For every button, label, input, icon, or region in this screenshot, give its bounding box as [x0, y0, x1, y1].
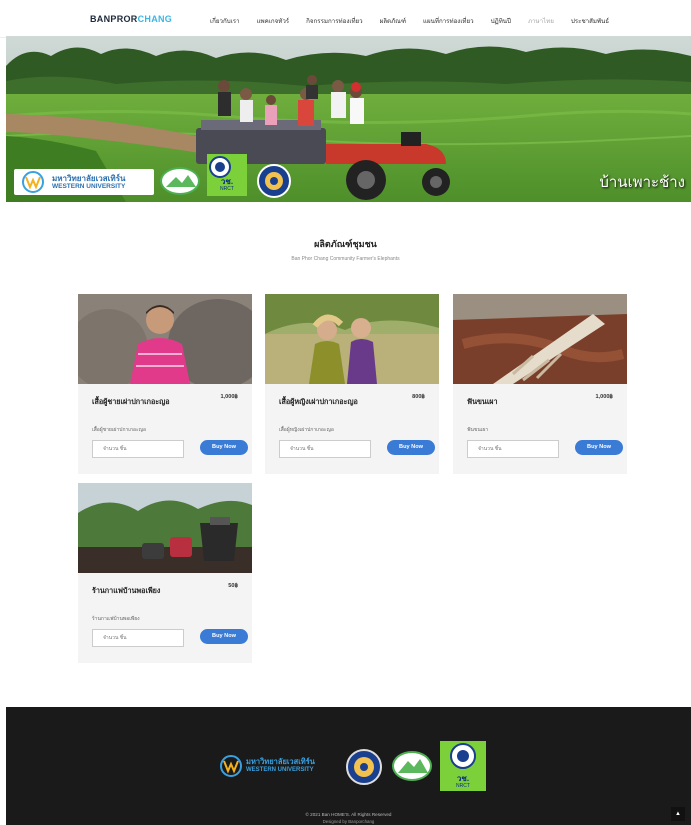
nrct-emblem-icon	[209, 156, 231, 178]
product-image	[453, 294, 627, 384]
university-w-icon	[220, 755, 242, 777]
section-title: ผลิตภัณฑ์ชุมชน	[314, 239, 377, 249]
nav-item-calendar[interactable]: ปฏิทินปี	[491, 16, 511, 26]
footer-nrct-en: NRCT	[456, 783, 470, 789]
product-card: เสื้อผู้ชายเผ่าปกาเกอะญอ 1,000฿ เสื้อผู้…	[78, 294, 252, 474]
product-price: 50฿	[228, 583, 238, 589]
product-card: ร้านกาแฟบ้านพอเพียง 50฿ ร้านกาแฟบ้านพอเพ…	[78, 483, 252, 663]
nav-item-activities[interactable]: กิจกรรมการท่องเที่ยว	[306, 16, 363, 26]
nrct-emblem-icon	[450, 743, 476, 769]
mountain-icon	[166, 175, 196, 187]
section-subtitle: Ban Phor Chang Community Farmer's Elepha…	[291, 256, 400, 262]
brand-logo[interactable]: BANPRORCHANG	[90, 14, 172, 24]
product-image	[265, 294, 439, 384]
footer-university-logo: มหาวิทยาลัยเวสเทิร์น WESTERN UNIVERSITY	[218, 755, 342, 779]
buy-now-button[interactable]: Buy Now	[200, 440, 248, 455]
quantity-input[interactable]	[92, 629, 184, 647]
copyright-text: © 2021 Ban HOME'S. All Rights Reserved	[305, 812, 392, 817]
seal-icon	[265, 172, 283, 190]
brand-text-primary: BANPROR	[90, 14, 138, 24]
product-price: 800฿	[412, 394, 425, 400]
buy-now-button[interactable]: Buy Now	[200, 629, 248, 644]
product-card: ฟันขนเผา 1,000฿ ฟันขนเผา Buy Now	[453, 294, 627, 474]
nav-item-map[interactable]: แผนที่การท่องเที่ยว	[423, 16, 474, 26]
footer: มหาวิทยาลัยเวสเทิร์น WESTERN UNIVERSITY …	[6, 707, 691, 825]
product-image	[78, 483, 252, 573]
seal-icon	[354, 757, 374, 777]
product-card: เสื้อผู้หญิงเผ่าปกาเกอะญอ 800฿ เสื้อผู้ห…	[265, 294, 439, 474]
footer-nrct-thai: วช.	[456, 774, 470, 783]
university-w-icon	[22, 171, 44, 193]
footer-nrct-logo: วช. NRCT	[440, 741, 486, 791]
footer-university-en: WESTERN UNIVERSITY	[246, 767, 314, 773]
footer-community-logo	[392, 751, 432, 781]
hero-community-logo	[160, 167, 200, 195]
nav-item-about[interactable]: เกี่ยวกับเรา	[210, 16, 240, 26]
product-image	[78, 294, 252, 384]
buy-now-button[interactable]: Buy Now	[387, 440, 435, 455]
hero-nrct-logo: วช. NRCT	[207, 154, 247, 196]
quantity-input[interactable]	[92, 440, 184, 458]
hero-university-en: WESTERN UNIVERSITY	[52, 183, 126, 190]
hero-banner: มหาวิทยาลัยเวสเทิร์น WESTERN UNIVERSITY …	[6, 36, 691, 202]
footer-logos: มหาวิทยาลัยเวสเทิร์น WESTERN UNIVERSITY …	[218, 741, 498, 793]
hero-nrct-thai: วช.	[220, 177, 234, 186]
product-title: ฟันขนเผา	[467, 397, 498, 406]
nav-item-tour-package[interactable]: แพคเกจทัวร์	[257, 16, 290, 26]
buy-now-button[interactable]: Buy Now	[575, 440, 623, 455]
quantity-input[interactable]	[279, 440, 371, 458]
product-description: เสื้อผู้หญิงเผ่าปกาเกอะญอ	[279, 427, 334, 433]
product-title: เสื้อผู้ชายเผ่าปกาเกอะญอ	[92, 397, 170, 406]
main-menu: เกี่ยวกับเรา แพคเกจทัวร์ กิจกรรมการท่องเ…	[210, 16, 626, 26]
product-price: 1,000฿	[220, 394, 238, 400]
nav-item-news[interactable]: ประชาสัมพันธ์	[571, 16, 609, 26]
brand-text-accent: CHANG	[137, 14, 173, 24]
top-navbar: BANPRORCHANG เกี่ยวกับเรา แพคเกจทัวร์ กิ…	[0, 0, 691, 38]
product-title: ร้านกาแฟบ้านพอเพียง	[92, 586, 161, 595]
product-title: เสื้อผู้หญิงเผ่าปกาเกอะญอ	[279, 397, 358, 406]
product-description: เสื้อผู้ชายเผ่าปกาเกอะญอ	[92, 427, 146, 433]
designed-by-text: Designed by Banporchang	[322, 819, 375, 824]
quantity-input[interactable]	[467, 440, 559, 458]
hero-caption: บ้านเพาะช้าง	[599, 173, 685, 191]
hero-round-seal-logo	[257, 164, 291, 198]
product-description: ฟันขนเผา	[467, 427, 489, 433]
product-price: 1,000฿	[595, 394, 613, 400]
footer-round-seal-logo	[346, 749, 382, 785]
nav-item-language[interactable]: ภาษาไทย	[528, 16, 554, 26]
scroll-to-top-button[interactable]: ▲	[671, 807, 685, 821]
hero-nrct-en: NRCT	[220, 186, 234, 192]
hero-university-logo: มหาวิทยาลัยเวสเทิร์น WESTERN UNIVERSITY	[14, 169, 154, 195]
mountain-icon	[398, 759, 428, 773]
nav-item-products[interactable]: ผลิตภัณฑ์	[380, 16, 406, 26]
product-description: ร้านกาแฟบ้านพอเพียง	[92, 616, 140, 622]
